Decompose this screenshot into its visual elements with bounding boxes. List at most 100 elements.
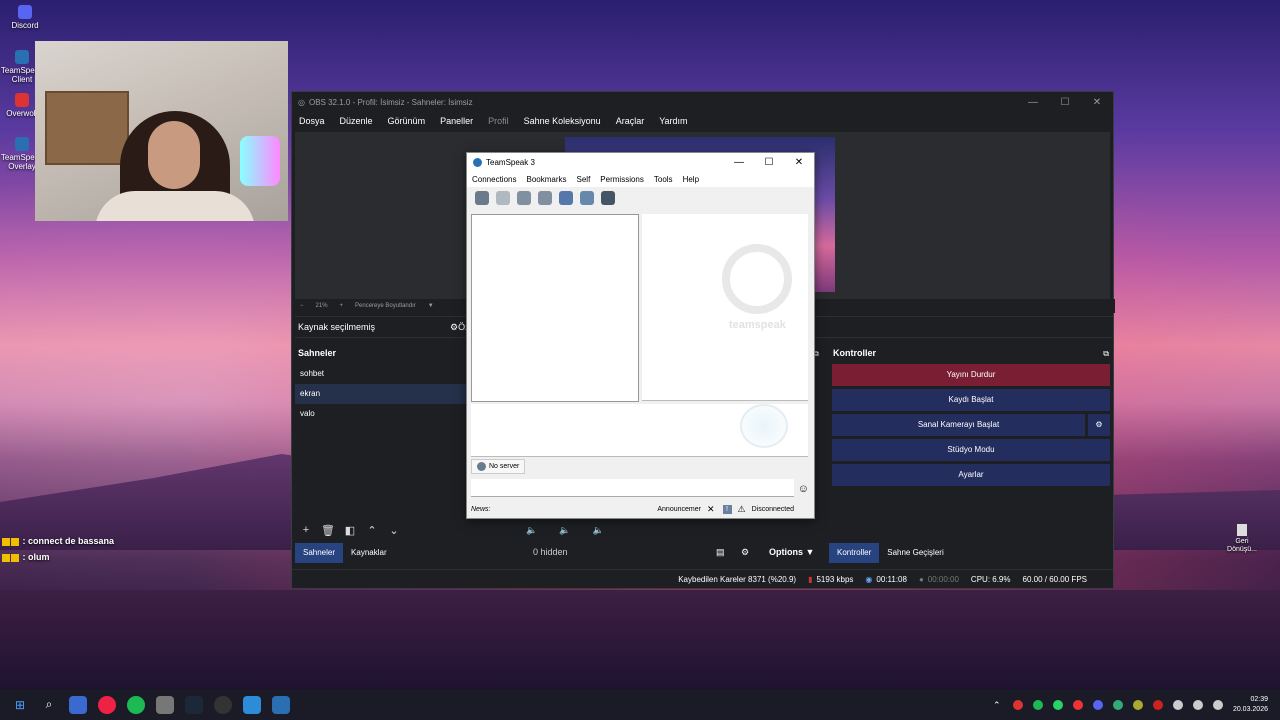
maximize-button[interactable]: ☐ [1049, 97, 1081, 108]
windows-start-icon[interactable]: ⊞ [11, 696, 29, 714]
teamspeak-logo-icon [473, 157, 482, 167]
search-icon[interactable]: ⌕ [40, 696, 58, 714]
desktop-icon-discord[interactable]: Discord [3, 5, 47, 30]
streamer-face [148, 121, 200, 189]
mute-speaker-icon[interactable] [538, 191, 552, 205]
ts-chat-log [471, 404, 808, 457]
spotify-icon[interactable] [1032, 699, 1043, 710]
maximize-button[interactable]: ☐ [754, 157, 784, 168]
speaker-icon[interactable]: 🔈 [592, 525, 603, 545]
start-record-button[interactable]: Kaydı Başlat [832, 389, 1110, 411]
microphone-icon[interactable] [1172, 699, 1183, 710]
app-icon[interactable] [156, 695, 174, 714]
menu-duzenle[interactable]: Düzenle [340, 116, 373, 126]
close-button[interactable]: ✕ [1081, 97, 1113, 108]
mixer-layout-icon[interactable]: ▤ [716, 547, 725, 558]
zoom-fit-select[interactable]: Pencereye Boyutlandır [355, 303, 416, 309]
menu-connections[interactable]: Connections [472, 175, 516, 184]
warning-icon[interactable]: ⚠ [738, 504, 746, 515]
speaker-icon[interactable]: 🔈 [526, 525, 537, 545]
menu-araclar[interactable]: Araçlar [616, 116, 645, 126]
move-up-icon[interactable]: ⌃ [361, 524, 383, 537]
whatsapp-icon[interactable] [1052, 699, 1063, 710]
teamspeak-window[interactable]: TeamSpeak 3 — ☐ ✕ Connections Bookmarks … [466, 152, 815, 519]
photos-icon[interactable] [243, 695, 261, 714]
tray-app-icon[interactable] [1012, 699, 1023, 710]
menu-permissions[interactable]: Permissions [600, 175, 644, 184]
connect-icon[interactable] [475, 191, 489, 205]
menu-dosya[interactable]: Dosya [299, 116, 325, 126]
tray-app-icon[interactable] [1132, 699, 1143, 710]
speaker-icon[interactable]: 🔈 [559, 525, 570, 545]
menu-gorunum[interactable]: Görünüm [388, 116, 426, 126]
close-button[interactable]: ✕ [784, 157, 814, 168]
emoji-icon[interactable]: ☺ [798, 483, 809, 495]
permissions-icon[interactable] [601, 191, 615, 205]
gear-icon[interactable]: ⚙ [450, 322, 458, 333]
mute-microphone-icon[interactable] [517, 191, 531, 205]
teamspeak-icon[interactable] [272, 695, 290, 714]
discord-icon[interactable] [1092, 699, 1103, 710]
ts-chat-input[interactable] [471, 479, 794, 497]
disconnect-icon[interactable] [496, 191, 510, 205]
tab-sahneler[interactable]: Sahneler [295, 543, 344, 563]
settings-button[interactable]: Ayarlar [832, 464, 1110, 486]
chrome-icon[interactable] [98, 695, 116, 714]
ts-channel-tree[interactable] [471, 214, 639, 402]
gear-icon[interactable]: ⚙ [1088, 414, 1110, 436]
chevron-up-icon[interactable]: ⌃ [993, 700, 1003, 710]
network-icon[interactable] [1192, 699, 1203, 710]
zoom-in-button[interactable]: + [340, 303, 344, 309]
tab-kontroller[interactable]: Kontroller [829, 543, 880, 563]
menu-self[interactable]: Self [577, 175, 591, 184]
menu-bookmarks[interactable]: Bookmarks [526, 175, 566, 184]
steam-icon[interactable] [185, 695, 203, 714]
options-button[interactable]: Options ▼ [769, 547, 814, 557]
tray-app-icon[interactable] [1152, 699, 1163, 710]
menu-help[interactable]: Help [683, 175, 699, 184]
tab-sahne-gecisleri[interactable]: Sahne Geçişleri [879, 543, 951, 563]
volume-icon[interactable] [1212, 699, 1223, 710]
obs-logo-icon: ◎ [298, 97, 305, 107]
tab-no-server[interactable]: No server [471, 459, 526, 474]
minimize-button[interactable]: — [724, 157, 754, 168]
spotify-icon[interactable] [127, 695, 145, 714]
ts-chat-tabs: No server [471, 458, 808, 475]
hidden-count: 0 hidden [533, 547, 568, 557]
microphone-icon[interactable] [1072, 699, 1083, 710]
teamspeak-logo-icon [740, 404, 788, 448]
virtual-camera-button[interactable]: Sanal Kamerayı Başlat [832, 414, 1085, 436]
tab-kaynaklar[interactable]: Kaynaklar [343, 543, 395, 563]
add-scene-button[interactable]: + [295, 524, 317, 536]
task-view-icon[interactable] [69, 695, 87, 714]
contacts-icon[interactable] [580, 191, 594, 205]
undock-icon[interactable]: ⧉ [1103, 349, 1109, 359]
minimize-button[interactable]: — [1017, 97, 1049, 108]
desktop-icon-recycle-bin[interactable]: Geri Dönüşü... [1222, 524, 1262, 554]
obs-titlebar[interactable]: ◎ OBS 32.1.0 - Profil: İsimsiz - Sahnele… [292, 92, 1113, 112]
menu-sahne-koleksiyonu[interactable]: Sahne Koleksiyonu [524, 116, 601, 126]
chevron-down-icon[interactable]: ▼ [428, 303, 434, 309]
mixer-settings-icon[interactable]: ⚙ [741, 547, 749, 558]
recycle-bin-icon [1237, 524, 1247, 536]
wallpaper-ground [0, 590, 1280, 690]
close-icon[interactable]: ✕ [707, 504, 715, 515]
obs-icon[interactable] [214, 695, 232, 714]
tray-app-icon[interactable] [1112, 699, 1123, 710]
scene-filter-icon[interactable]: ◧ [339, 524, 361, 537]
info-icon[interactable]: ! [722, 504, 732, 514]
teamspeak-watermark-icon [722, 244, 792, 314]
zoom-out-button[interactable]: − [300, 303, 304, 309]
obs-menubar: Dosya Düzenle Görünüm Paneller Profil Sa… [292, 112, 1113, 130]
stop-stream-button[interactable]: Yayını Durdur [832, 364, 1110, 386]
menu-paneller[interactable]: Paneller [440, 116, 473, 126]
ts-titlebar[interactable]: TeamSpeak 3 — ☐ ✕ [467, 153, 814, 171]
trash-icon[interactable]: 🗑 [317, 524, 339, 537]
studio-mode-button[interactable]: Stüdyo Modu [832, 439, 1110, 461]
clock[interactable]: 02:39 20.03.2026 [1233, 695, 1268, 715]
move-down-icon[interactable]: ⌄ [383, 524, 405, 537]
menu-yardim[interactable]: Yardım [659, 116, 687, 126]
menu-tools[interactable]: Tools [654, 175, 673, 184]
away-icon[interactable] [559, 191, 573, 205]
menu-profil[interactable]: Profil [488, 116, 509, 126]
